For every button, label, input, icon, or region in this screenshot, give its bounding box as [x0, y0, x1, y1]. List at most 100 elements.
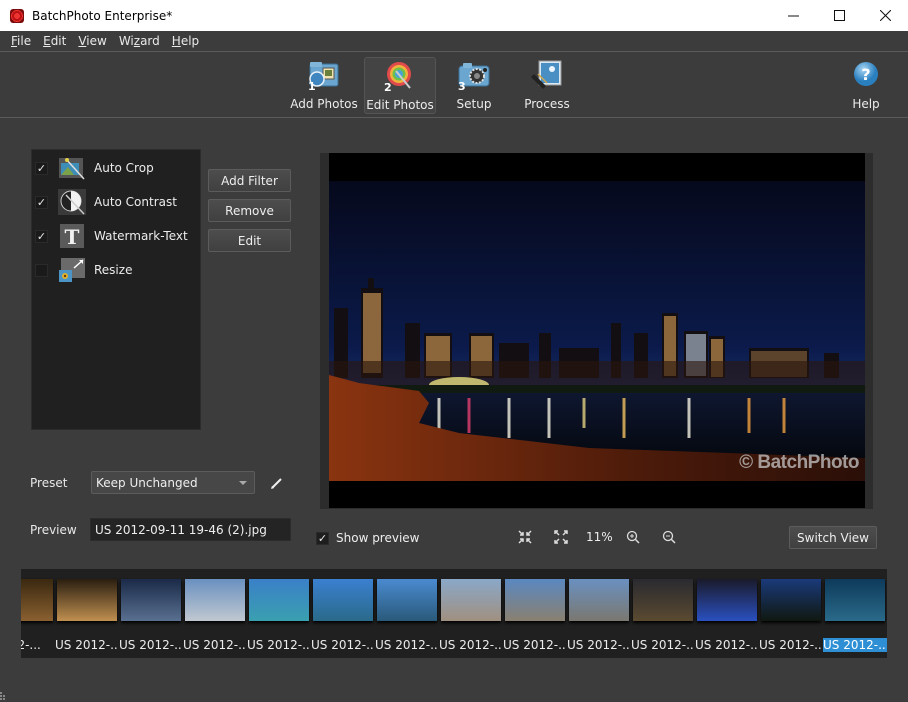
menu-wizard-label-a: Wi [118, 34, 134, 48]
preview-label: Preview [30, 523, 77, 537]
filmstrip-thumbnail[interactable] [377, 579, 437, 621]
menu-view[interactable]: View [73, 34, 113, 48]
filter-item-auto-contrast[interactable]: ✓ Auto Contrast [32, 188, 200, 216]
step-process[interactable]: Process [522, 57, 572, 114]
filmstrip-thumbnail[interactable] [57, 579, 117, 621]
filmstrip[interactable]: )12-...US 2012-...US 2012-...US 2012-...… [21, 569, 887, 658]
filter-checkbox[interactable]: ✓ [35, 229, 48, 243]
filter-item-watermark-text[interactable]: ✓ T Watermark-Text [32, 222, 200, 250]
filter-label: Resize [94, 263, 133, 277]
help-button[interactable]: ? Help [846, 57, 886, 114]
maximize-button[interactable] [816, 0, 862, 31]
folder-photo-icon: 1 [307, 60, 341, 93]
step-label: Add Photos [290, 97, 358, 111]
svg-text:?: ? [861, 65, 870, 84]
preset-select[interactable]: Keep Unchanged [91, 471, 255, 494]
filmstrip-label[interactable]: US 2012-... [247, 638, 311, 652]
filmstrip-label[interactable]: US 2012-... [439, 638, 503, 652]
magic-wand-photo-icon [530, 60, 564, 90]
expand-arrows-icon [554, 530, 568, 544]
preview-image: © BatchPhoto [329, 153, 865, 508]
filmstrip-label[interactable]: US 2012-... [119, 638, 183, 652]
minimize-icon [787, 15, 799, 17]
menu-edit[interactable]: Edit [38, 34, 73, 48]
menu-bar: File Edit View Wizard Help [0, 31, 908, 52]
edit-filter-button[interactable]: Edit [208, 229, 291, 252]
step-number: 1 [308, 80, 316, 93]
auto-contrast-icon [58, 189, 86, 215]
filter-checkbox[interactable]: ✓ [35, 195, 48, 209]
filmstrip-label[interactable]: US 2012-... [759, 638, 823, 652]
filmstrip-label[interactable]: US 2012-... [311, 638, 375, 652]
step-label: Process [524, 97, 570, 111]
filmstrip-label[interactable]: US 2012-... [375, 638, 439, 652]
menu-edit-label: dit [50, 34, 67, 48]
filmstrip-thumbnail[interactable] [185, 579, 245, 621]
step-setup[interactable]: 3 Setup [448, 57, 500, 114]
wizard-toolbar: 1 Add Photos 2 Edit Photos 3 Setup Proce… [0, 53, 908, 118]
maximize-icon [833, 10, 845, 21]
menu-help-label: elp [180, 34, 200, 48]
filmstrip-thumbnail[interactable] [825, 579, 885, 621]
filmstrip-thumbnail[interactable] [441, 579, 501, 621]
filter-item-auto-crop[interactable]: ✓ Auto Crop [32, 154, 200, 182]
filmstrip-label[interactable]: US 2012-... [55, 638, 119, 652]
filmstrip-thumbnail[interactable] [697, 579, 757, 621]
preset-value: Keep Unchanged [96, 475, 198, 490]
color-wheel-wand-icon: 2 [383, 61, 417, 94]
fit-to-window-button[interactable] [518, 530, 532, 544]
show-preview-label: Show preview [336, 531, 420, 545]
filmstrip-thumbnail[interactable] [633, 579, 693, 621]
filmstrip-thumbnail[interactable] [505, 579, 565, 621]
actual-size-button[interactable] [554, 530, 568, 544]
menu-wizard[interactable]: Wizard [114, 34, 167, 48]
preview-filename-field[interactable]: US 2012-09-11 19-46 (2).jpg [90, 518, 291, 541]
menu-file-label: ile [17, 34, 32, 48]
step-label: Setup [456, 97, 492, 111]
filmstrip-label[interactable]: US 2012-... [503, 638, 567, 652]
chevron-down-icon [239, 481, 247, 485]
filter-label: Auto Crop [94, 161, 154, 175]
edit-preset-button[interactable] [269, 475, 285, 491]
filmstrip-thumbnail[interactable] [249, 579, 309, 621]
step-edit-photos[interactable]: 2 Edit Photos [364, 57, 436, 114]
pencil-icon [271, 478, 282, 489]
zoom-out-icon [662, 530, 676, 544]
filmstrip-thumbnail[interactable] [21, 579, 53, 621]
filter-checkbox[interactable]: ✓ [35, 161, 48, 175]
switch-view-button[interactable]: Switch View [789, 526, 877, 549]
filmstrip-thumbnail[interactable] [121, 579, 181, 621]
filmstrip-label[interactable]: US 2012-... [823, 638, 887, 652]
window-title: BatchPhoto Enterprise* [32, 8, 173, 23]
menu-help[interactable]: Help [167, 34, 206, 48]
filmstrip-thumbnail[interactable] [569, 579, 629, 621]
show-preview-check[interactable]: ✓ [316, 531, 329, 545]
show-preview-checkbox[interactable]: ✓ Show preview [316, 528, 420, 548]
minimize-button[interactable] [770, 0, 816, 31]
filter-list: ✓ Auto Crop ✓ Auto Contrast ✓ T Watermar… [31, 149, 201, 430]
filmstrip-label[interactable]: US 2012-... [695, 638, 759, 652]
zoom-in-icon [626, 530, 640, 544]
filmstrip-thumbnail[interactable] [313, 579, 373, 621]
remove-filter-button[interactable]: Remove [208, 199, 291, 222]
resize-grip-icon[interactable] [0, 690, 6, 702]
title-bar: BatchPhoto Enterprise* [0, 0, 908, 31]
step-number: 3 [458, 80, 466, 93]
text-t-icon: T [58, 223, 86, 249]
filmstrip-label[interactable]: )12-... [21, 638, 55, 652]
help-label: Help [852, 97, 880, 111]
step-add-photos[interactable]: 1 Add Photos [289, 57, 359, 114]
add-filter-button[interactable]: Add Filter [208, 169, 291, 192]
filter-item-resize[interactable]: Resize [32, 256, 200, 284]
filmstrip-label[interactable]: US 2012-... [183, 638, 247, 652]
zoom-in-button[interactable] [626, 530, 640, 544]
filter-checkbox[interactable] [35, 263, 48, 277]
filmstrip-label[interactable]: US 2012-... [567, 638, 631, 652]
menu-file[interactable]: File [0, 34, 38, 48]
filmstrip-label[interactable]: US 2012-... [631, 638, 695, 652]
filmstrip-thumbnail[interactable] [761, 579, 821, 621]
close-button[interactable] [862, 0, 908, 31]
menu-wizard-label-b: ard [140, 34, 160, 48]
collapse-arrows-icon [518, 530, 532, 544]
zoom-out-button[interactable] [662, 530, 676, 544]
